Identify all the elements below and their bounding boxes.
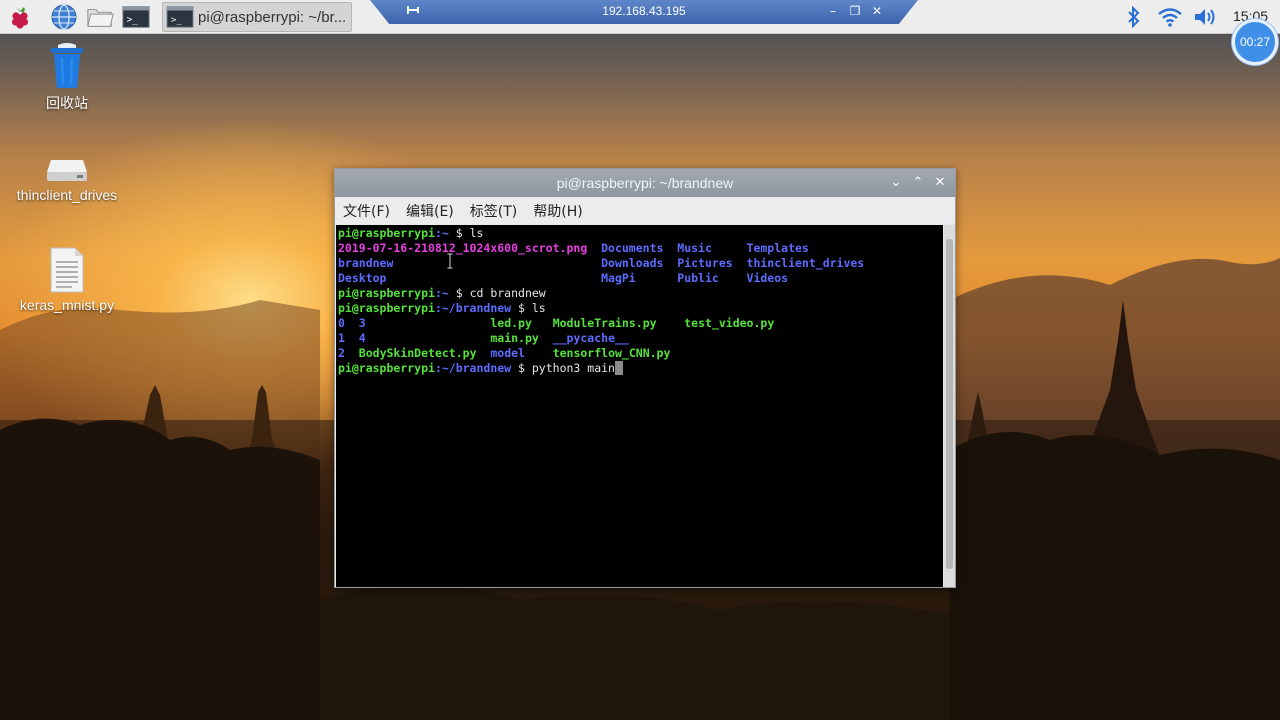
prompt-user-host: pi@raspberrypi <box>338 301 435 315</box>
command-text: $ ls <box>511 301 546 315</box>
terminal-titlebar[interactable]: pi@raspberrypi: ~/brandnew ⌄ ⌃ ✕ <box>335 169 955 197</box>
prompt-user-host: pi@raspberrypi <box>338 226 435 240</box>
ls-entry: Videos <box>746 271 789 285</box>
terminal-line: 0 3 led.py ModuleTrains.py test_video.py <box>338 316 941 331</box>
ls-entry: Music <box>677 241 712 255</box>
svg-text:>_: >_ <box>127 15 139 26</box>
menu-tabs[interactable]: 标签(T) <box>470 201 517 221</box>
close-button[interactable]: ✕ <box>931 174 949 192</box>
scrollbar-thumb[interactable] <box>946 239 953 569</box>
terminal-line: brandnew Downloads Pictures thinclient_d… <box>338 256 941 271</box>
menu-button[interactable] <box>6 3 34 31</box>
ls-entry: Documents <box>601 241 664 255</box>
prompt-path: :~ <box>434 286 449 300</box>
remote-close-button[interactable]: ✕ <box>870 3 884 19</box>
web-browser-launcher[interactable] <box>50 3 78 31</box>
terminal-line: pi@raspberrypi:~ $ cd brandnew <box>338 286 941 301</box>
ls-entry: Pictures <box>677 256 733 270</box>
terminal-line: pi@raspberrypi:~/brandnew $ ls <box>338 301 941 316</box>
terminal-icon: >_ <box>166 6 194 28</box>
terminal-line: 1 4 main.py __pycache__ <box>338 331 941 346</box>
wifi-button[interactable] <box>1156 5 1184 29</box>
desktop-icon-thinclient-drives[interactable]: thinclient_drives <box>2 150 132 203</box>
desktop-icon-keras-mnist[interactable]: keras_mnist.py <box>2 246 132 313</box>
ls-entry: ModuleTrains.py <box>552 316 657 330</box>
ls-entry: 3 <box>358 316 366 330</box>
text-cursor-icon <box>447 253 453 269</box>
recording-timer[interactable]: 00:27 <box>1232 19 1278 65</box>
terminal-window[interactable]: pi@raspberrypi: ~/brandnew ⌄ ⌃ ✕ 文件(F) 编… <box>334 168 956 588</box>
terminal-icon: >_ <box>122 6 150 28</box>
taskbar-item-terminal[interactable]: >_ pi@raspberrypi: ~/br... <box>162 2 352 32</box>
prompt-path: :~/brandnew <box>434 361 512 375</box>
terminal-output[interactable]: pi@raspberrypi:~ $ ls 2019-07-16-210812_1… <box>336 225 943 587</box>
ls-entry: Desktop <box>338 271 387 285</box>
minimize-button[interactable]: ⌄ <box>887 174 905 192</box>
command-text: $ cd brandnew <box>448 286 546 300</box>
terminal-line: pi@raspberrypi:~ $ ls <box>338 226 941 241</box>
remote-restore-button[interactable]: ❐ <box>848 3 862 19</box>
menu-help[interactable]: 帮助(H) <box>533 201 582 221</box>
trash-icon <box>51 43 83 88</box>
svg-text:>_: >_ <box>171 15 183 26</box>
menu-edit[interactable]: 编辑(E) <box>406 201 454 221</box>
ls-entry: main.py <box>490 331 539 345</box>
ls-entry: brandnew <box>338 256 394 270</box>
terminal-launcher[interactable]: >_ <box>122 3 150 31</box>
ls-entry: 2019-07-16-210812_1024x600_scrot.png <box>338 241 588 255</box>
remote-minimize-button[interactable]: – <box>826 3 840 19</box>
ls-entry: model <box>490 346 525 360</box>
file-manager-icon <box>87 9 114 27</box>
ls-entry: 0 <box>338 316 345 330</box>
terminal-line: 2019-07-16-210812_1024x600_scrot.png Doc… <box>338 241 941 256</box>
taskbar-item-label: pi@raspberrypi: ~/br... <box>198 8 347 26</box>
terminal-scrollbar[interactable] <box>944 225 955 587</box>
remote-connection-bar[interactable]: 192.168.43.195 – ❐ ✕ <box>370 0 918 24</box>
ls-entry: MagPi <box>601 271 636 285</box>
ls-entry: 2 <box>338 346 345 360</box>
terminal-menubar: 文件(F) 编辑(E) 标签(T) 帮助(H) <box>335 197 955 224</box>
desktop-icon-label: thinclient_drives <box>16 187 118 203</box>
ls-entry: BodySkinDetect.py <box>358 346 477 360</box>
prompt-path: :~/brandnew <box>434 301 512 315</box>
command-text: $ ls <box>448 226 484 240</box>
maximize-button[interactable]: ⌃ <box>909 174 927 192</box>
prompt-path: :~ <box>434 226 449 240</box>
desktop-icon-label: keras_mnist.py <box>19 297 115 313</box>
volume-icon <box>1195 9 1215 25</box>
file-manager-launcher[interactable] <box>86 3 114 31</box>
command-text: $ python3 main <box>511 361 615 375</box>
ls-entry: led.py <box>490 316 532 330</box>
volume-button[interactable] <box>1192 5 1218 29</box>
ls-entry: tensorflow_CNN.py <box>552 346 671 360</box>
prompt-user-host: pi@raspberrypi <box>338 286 435 300</box>
ls-entry: Public <box>677 271 719 285</box>
bluetooth-button[interactable] <box>1124 5 1144 29</box>
menu-file[interactable]: 文件(F) <box>343 201 390 221</box>
desktop-icon-trash[interactable]: 回收站 <box>2 42 132 113</box>
raspberry-menu-icon <box>11 7 29 29</box>
ls-entry: __pycache__ <box>552 331 629 345</box>
ls-entry: Downloads <box>601 256 664 270</box>
terminal-title: pi@raspberrypi: ~/brandnew <box>556 175 734 191</box>
text-file-icon <box>50 247 84 293</box>
ls-entry: test_video.py <box>684 316 775 330</box>
ls-entry: 1 <box>338 331 345 345</box>
terminal-line: pi@raspberrypi:~/brandnew $ python3 main <box>338 361 941 376</box>
ls-entry: Templates <box>746 241 809 255</box>
desktop-icon-label: 回收站 <box>46 95 88 111</box>
terminal-cursor <box>614 361 623 375</box>
bluetooth-icon <box>1128 6 1140 28</box>
prompt-user-host: pi@raspberrypi <box>338 361 435 375</box>
ls-entry: thinclient_drives <box>746 256 865 270</box>
terminal-line: 2 BodySkinDetect.py model tensorflow_CNN… <box>338 346 941 361</box>
ls-entry: 4 <box>358 331 366 345</box>
drive-icon <box>47 160 87 181</box>
web-browser-icon <box>51 4 77 30</box>
terminal-line: Desktop MagPi Public Videos <box>338 271 941 286</box>
wifi-icon <box>1158 8 1182 27</box>
